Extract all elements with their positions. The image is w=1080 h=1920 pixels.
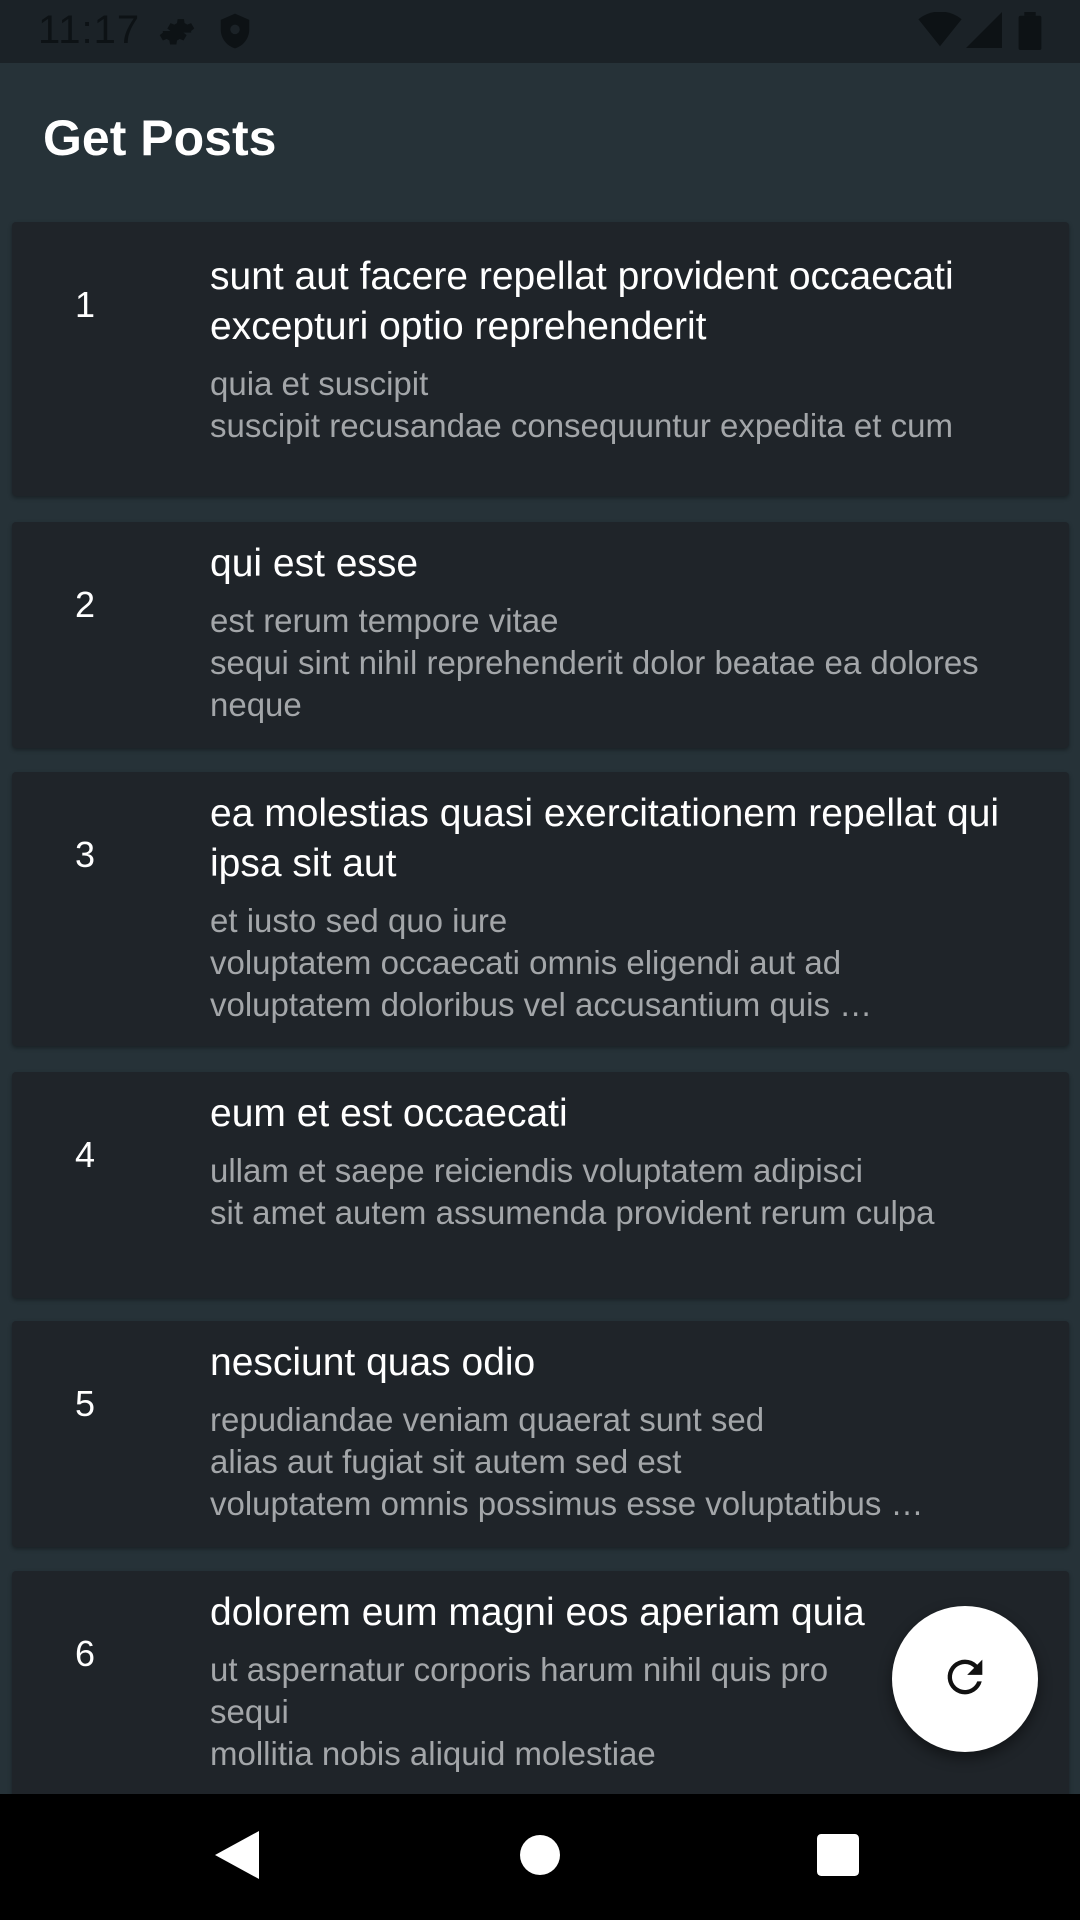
status-bar: 11:17 (0, 0, 1080, 63)
post-title: qui est esse (210, 542, 419, 585)
shield-icon (218, 12, 252, 55)
post-title: eum et est occaecati (210, 1092, 568, 1135)
battery-icon (1018, 12, 1042, 55)
post-id: 6 (74, 1633, 96, 1674)
list-item[interactable]: 5 nesciunt quas odio repudiandae veniam … (12, 1321, 1069, 1547)
posts-list[interactable]: 1 sunt aut facere repellat provident occ… (0, 210, 1080, 1794)
recents-button[interactable] (803, 1822, 873, 1892)
post-body: quia et suscipit suscipit recusandae con… (210, 365, 953, 444)
post-id: 2 (74, 584, 96, 625)
post-body: ullam et saepe reiciendis voluptatem adi… (210, 1152, 935, 1231)
list-item[interactable]: 1 sunt aut facere repellat provident occ… (12, 222, 1069, 496)
back-button[interactable] (202, 1822, 272, 1892)
home-circle-icon (520, 1834, 560, 1880)
post-id: 3 (74, 834, 96, 875)
settings-gear-icon (158, 12, 196, 55)
screen: 11:17 Get Posts 1 sunt aut facere repell… (0, 0, 1080, 1920)
signal-icon (966, 12, 1002, 53)
post-body: et iusto sed quo iure voluptatem occaeca… (210, 902, 873, 1023)
navigation-bar (0, 1794, 1080, 1920)
post-title: ea molestias quasi exercitationem repell… (210, 792, 1000, 885)
list-item[interactable]: 3 ea molestias quasi exercitationem repe… (12, 772, 1069, 1046)
wifi-icon (918, 11, 962, 53)
post-id: 5 (74, 1383, 96, 1424)
post-title: sunt aut facere repellat provident occae… (210, 255, 954, 348)
post-title: nesciunt quas odio (210, 1341, 536, 1384)
status-time: 11:17 (38, 8, 141, 52)
list-item[interactable]: 4 eum et est occaecati ullam et saepe re… (12, 1072, 1069, 1298)
home-button[interactable] (505, 1822, 575, 1892)
post-body: repudiandae veniam quaerat sunt sed alia… (210, 1401, 924, 1522)
post-id: 4 (74, 1134, 96, 1175)
app-bar: Get Posts (0, 63, 1080, 210)
post-id: 1 (74, 284, 96, 325)
back-triangle-icon (215, 1830, 259, 1884)
refresh-button[interactable] (892, 1606, 1038, 1752)
page-title: Get Posts (43, 110, 277, 166)
post-title: dolorem eum magni eos aperiam quia (210, 1591, 865, 1634)
post-body: est rerum tempore vitae sequi sint nihil… (210, 602, 979, 723)
recents-square-icon (817, 1833, 859, 1881)
refresh-icon (939, 1651, 991, 1708)
list-item[interactable]: 2 qui est esse est rerum tempore vitae s… (12, 522, 1069, 748)
